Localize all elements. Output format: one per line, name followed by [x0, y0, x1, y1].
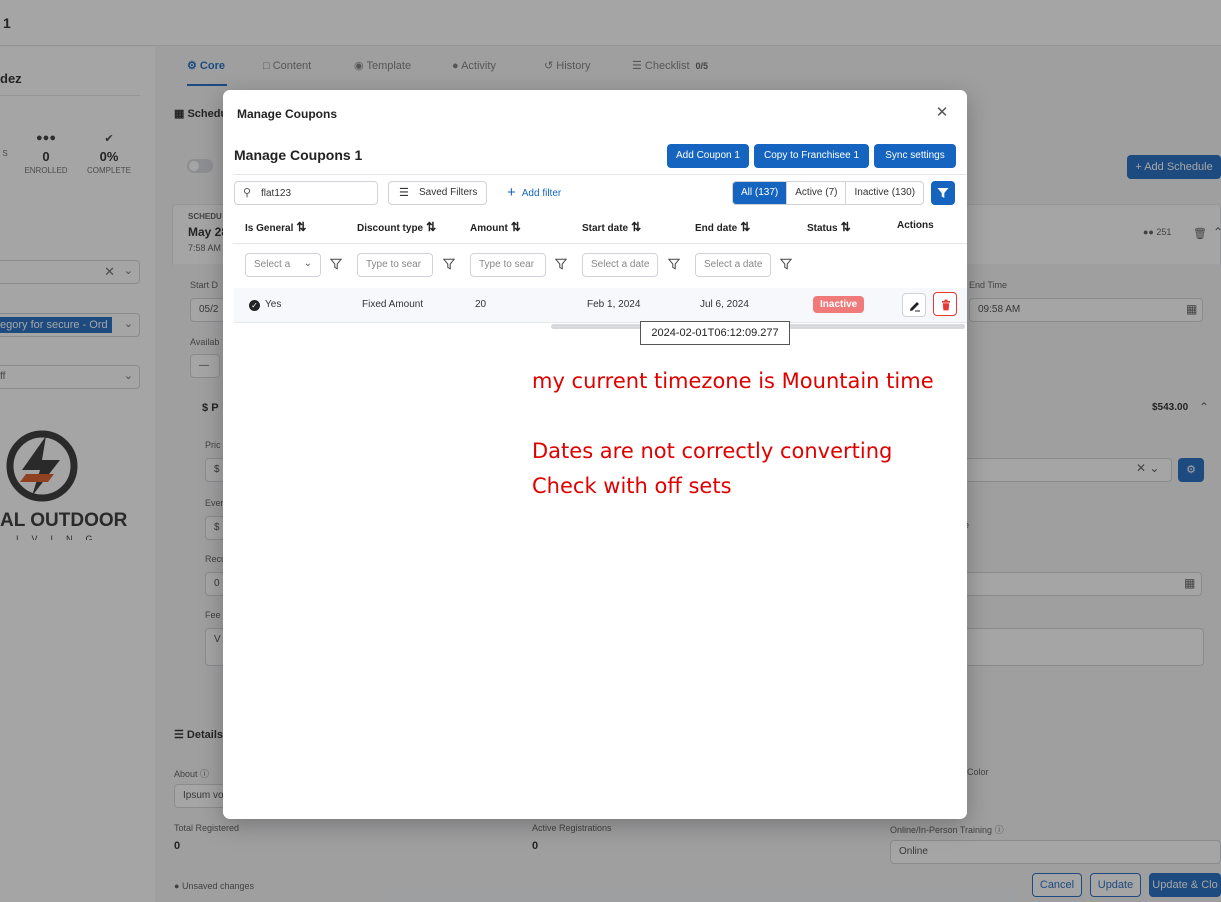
- annotation-line-1: my current timezone is Mountain time: [532, 369, 934, 393]
- section-title: Manage Coupons 1: [234, 147, 363, 163]
- segment-inactive[interactable]: Inactive (130): [845, 182, 923, 204]
- column-is-general[interactable]: Is General ⇅: [245, 220, 306, 234]
- discount-type-filter-input[interactable]: Type to sear: [357, 253, 433, 277]
- sync-settings-button[interactable]: Sync settings: [874, 144, 956, 168]
- filter-lines-icon: ☰: [399, 187, 409, 199]
- delete-button[interactable]: [933, 292, 957, 316]
- edit-button[interactable]: [902, 293, 926, 317]
- status-segment-control: All (137) Active (7) Inactive (130): [732, 181, 925, 205]
- segment-active[interactable]: Active (7): [786, 182, 845, 204]
- edit-icon: [910, 302, 920, 312]
- annotation-line-3: Check with off sets: [532, 474, 732, 498]
- funnel-icon[interactable]: [668, 258, 680, 270]
- add-filter-button[interactable]: + Add filter: [507, 182, 561, 204]
- search-box: ⚲: [234, 181, 378, 205]
- sort-icon: ⇅: [740, 220, 751, 234]
- column-actions: Actions: [897, 220, 934, 231]
- segment-all[interactable]: All (137): [733, 182, 787, 204]
- check-circle-icon: ✓: [249, 300, 260, 311]
- status-badge: Inactive: [813, 296, 865, 313]
- saved-filters-button[interactable]: ☰ Saved Filters: [388, 181, 487, 205]
- table-row[interactable]: ✓ Yes Fixed Amount 20 Feb 1, 2024 Jul 6, …: [234, 288, 967, 323]
- sort-icon: ⇅: [296, 220, 307, 234]
- column-start-date[interactable]: Start date ⇅: [582, 220, 641, 234]
- close-icon[interactable]: ✕: [934, 105, 950, 121]
- trash-icon: [942, 299, 950, 311]
- amount-filter-input[interactable]: Type to sear: [470, 253, 546, 277]
- start-date-filter-input[interactable]: Select a date: [582, 253, 658, 277]
- end-date-filter-input[interactable]: Select a date: [695, 253, 771, 277]
- column-end-date[interactable]: End date ⇅: [695, 220, 750, 234]
- date-tooltip: 2024-02-01T06:12:09.277: [640, 321, 790, 345]
- filter-toggle-button[interactable]: [931, 181, 955, 205]
- sort-icon: ⇅: [631, 220, 642, 234]
- annotation-line-2: Dates are not correctly converting: [532, 439, 893, 463]
- funnel-icon[interactable]: [780, 258, 792, 270]
- plus-icon: +: [507, 184, 516, 201]
- column-status[interactable]: Status ⇅: [807, 220, 851, 234]
- add-coupon-button[interactable]: Add Coupon 1: [667, 144, 749, 168]
- modal-title: Manage Coupons: [237, 107, 338, 121]
- column-discount-type[interactable]: Discount type ⇅: [357, 220, 436, 234]
- sort-icon: ⇅: [840, 220, 851, 234]
- divider: [233, 243, 967, 244]
- funnel-icon[interactable]: [443, 258, 455, 270]
- divider: [233, 174, 967, 175]
- sort-icon: ⇅: [510, 220, 521, 234]
- funnel-icon[interactable]: [330, 258, 342, 270]
- search-icon: ⚲: [243, 187, 252, 199]
- funnel-icon: [937, 188, 949, 198]
- is-general-filter-select[interactable]: Select a ⌄: [245, 253, 321, 277]
- copy-to-franchisee-button[interactable]: Copy to Franchisee 1: [754, 144, 869, 168]
- column-amount[interactable]: Amount ⇅: [470, 220, 521, 234]
- funnel-icon[interactable]: [555, 258, 567, 270]
- chevron-down-icon: ⌄: [303, 258, 312, 269]
- search-input[interactable]: [261, 185, 373, 201]
- sort-icon: ⇅: [426, 220, 437, 234]
